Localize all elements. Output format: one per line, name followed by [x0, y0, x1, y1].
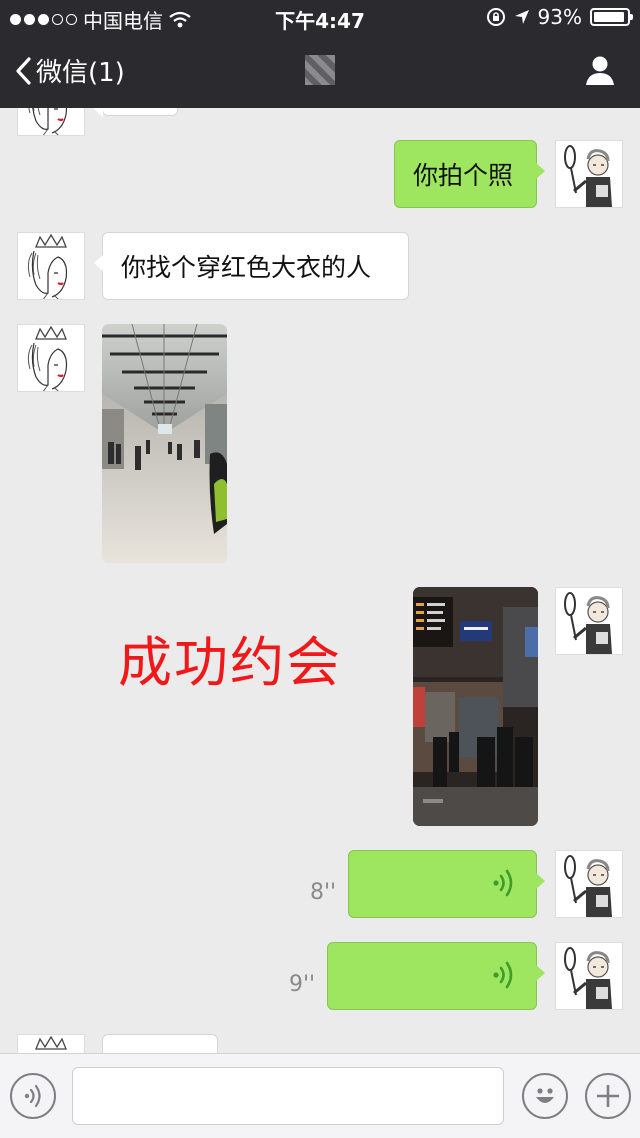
rotation-lock-icon: [486, 8, 505, 26]
message-input[interactable]: [72, 1067, 504, 1125]
emoji-icon: [536, 1088, 554, 1103]
contact-avatar[interactable]: [17, 1034, 85, 1053]
battery-percent: 93%: [537, 5, 582, 29]
voice-toggle-icon: [24, 1084, 41, 1108]
station-hall-photo: [102, 324, 227, 563]
emoji-button[interactable]: [522, 1073, 568, 1119]
self-avatar[interactable]: [555, 942, 623, 1010]
message-bubble-partial[interactable]: [94, 108, 178, 117]
image-message-station-exit[interactable]: [413, 587, 538, 826]
voice-wave-icon: [492, 961, 516, 989]
voice-wave-icon: [492, 869, 516, 897]
status-bar: 中国电信 下午4:47 93%: [0, 0, 640, 34]
chat-info-button[interactable]: [584, 54, 616, 90]
chat-area[interactable]: 你拍个照 你找个穿红色大衣的人 成功约会 8'' 9'': [0, 108, 640, 1053]
message-bubble-partial[interactable]: [102, 1034, 218, 1053]
contact-avatar[interactable]: [17, 232, 85, 300]
message-text: 你找个穿红色大衣的人: [121, 253, 372, 282]
more-button[interactable]: [585, 1073, 631, 1119]
person-icon: [586, 56, 614, 85]
voice-toggle-button[interactable]: [10, 1073, 56, 1119]
message-bubble-out[interactable]: 你拍个照: [394, 140, 545, 208]
back-label: 微信(1): [36, 58, 125, 88]
battery-icon: [590, 8, 633, 26]
contact-avatar[interactable]: [17, 324, 85, 392]
back-button[interactable]: 微信(1): [14, 52, 125, 89]
voice-duration: 9'': [289, 972, 316, 997]
voice-duration: 8'': [310, 880, 337, 905]
input-bar: [0, 1053, 640, 1138]
chevron-left-icon: [16, 56, 31, 85]
self-avatar[interactable]: [555, 850, 623, 918]
voice-message-bubble[interactable]: [327, 942, 545, 1010]
nav-bar: 微信(1): [0, 34, 640, 108]
overlay-caption: 成功约会: [118, 631, 342, 694]
station-exit-photo: [413, 587, 538, 826]
voice-message-bubble[interactable]: [348, 850, 545, 918]
message-text: 你拍个照: [413, 161, 514, 190]
self-avatar[interactable]: [555, 587, 623, 655]
contact-avatar[interactable]: [17, 108, 85, 136]
contact-name-blurred: [305, 55, 335, 85]
location-arrow-icon: [514, 10, 529, 24]
self-avatar[interactable]: [555, 140, 623, 208]
message-bubble-in[interactable]: 你找个穿红色大衣的人: [94, 232, 409, 300]
image-message-station-hall[interactable]: [102, 324, 227, 563]
plus-icon: [597, 1085, 619, 1107]
app-header: 中国电信 下午4:47 93% 微信(1): [0, 0, 640, 108]
